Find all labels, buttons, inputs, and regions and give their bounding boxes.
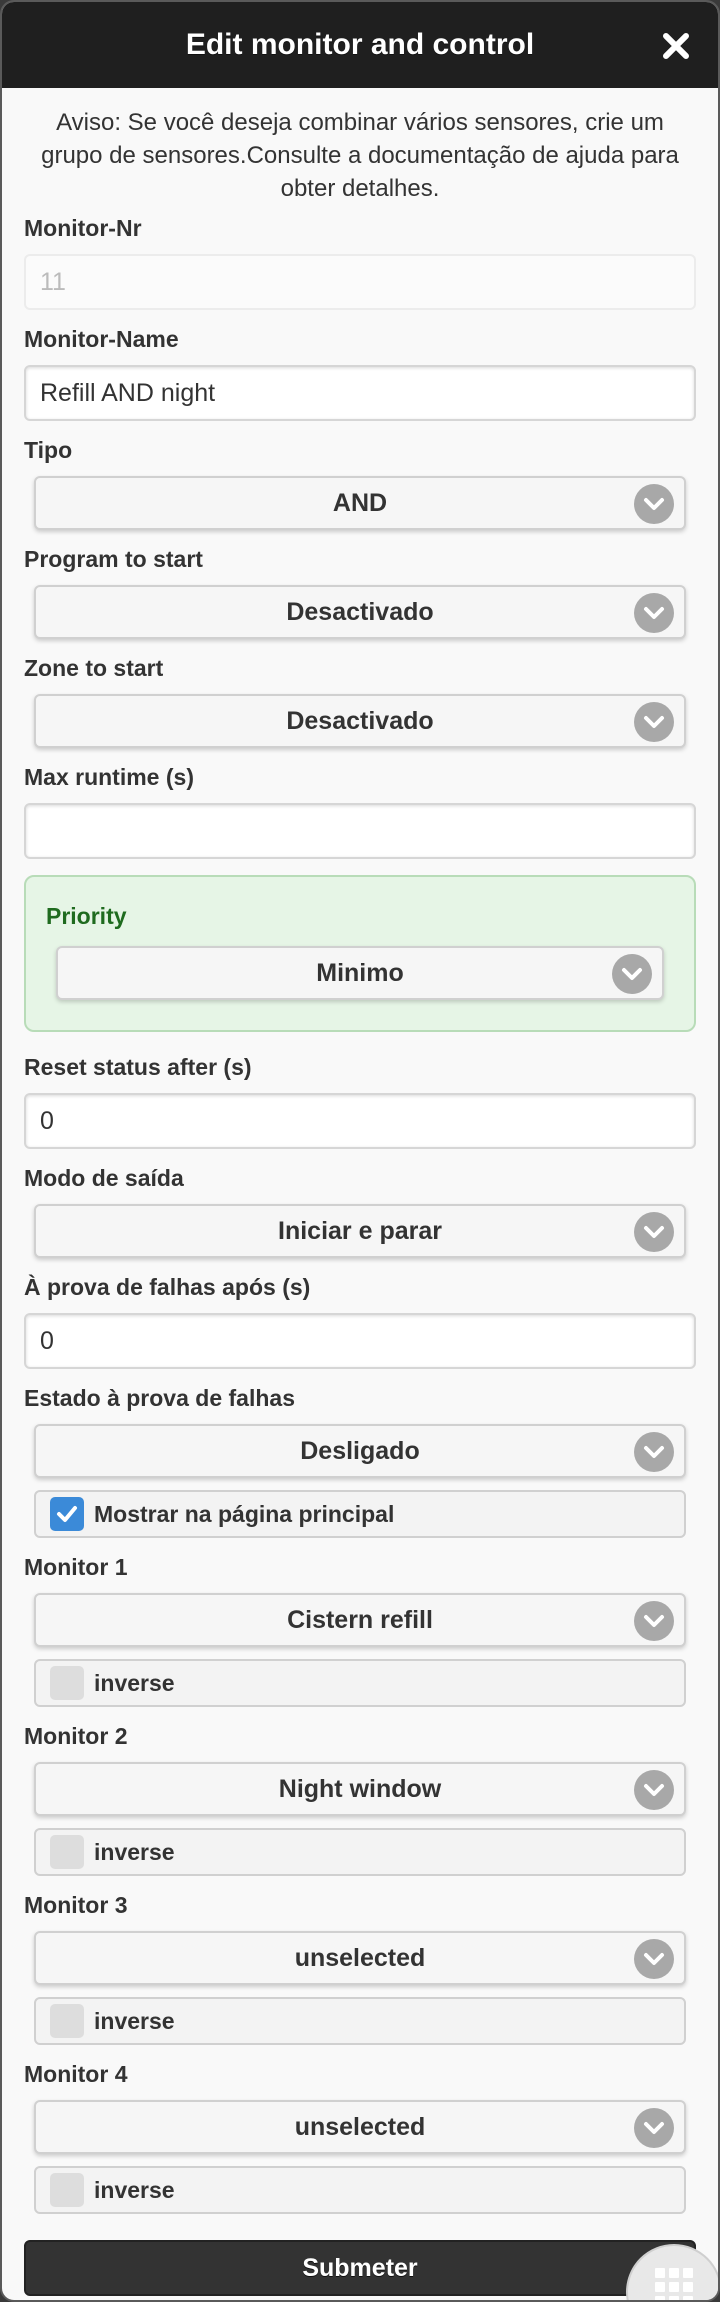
monitor-1-inverse-checkbox[interactable]: inverse xyxy=(34,1659,686,1707)
failsafe-state-label: Estado à prova de falhas xyxy=(24,1385,295,1411)
monitor-4-inverse-checkbox[interactable]: inverse xyxy=(34,2166,686,2214)
show-main-label: Mostrar na página principal xyxy=(94,1500,395,1527)
monitor-2-inverse-checkbox[interactable]: inverse xyxy=(34,1828,686,1876)
checkbox-box xyxy=(50,1666,84,1700)
failsafe-after-label: À prova de falhas após (s) xyxy=(24,1274,311,1300)
failsafe-after-input[interactable]: 0 xyxy=(24,1313,696,1369)
monitor-2-label: Monitor 2 xyxy=(24,1723,128,1749)
chevron-down-icon xyxy=(634,2108,674,2148)
monitor-2-group: Monitor 2 Night window inverse xyxy=(24,1723,696,1876)
chevron-down-icon xyxy=(612,954,652,994)
max-runtime-label: Max runtime (s) xyxy=(24,764,194,790)
inverse-label: inverse xyxy=(94,1669,175,1696)
chevron-down-icon xyxy=(634,702,674,742)
monitor-3-select[interactable]: unselected xyxy=(34,1931,686,1985)
check-icon xyxy=(50,1497,84,1531)
chevron-down-icon xyxy=(634,593,674,633)
show-main-checkbox[interactable]: Mostrar na página principal xyxy=(34,1490,686,1538)
program-select[interactable]: Desactivado xyxy=(34,585,686,639)
priority-value: Minimo xyxy=(316,958,404,987)
output-mode-select[interactable]: Iniciar e parar xyxy=(34,1204,686,1258)
program-group: Program to start Desactivado xyxy=(24,546,696,639)
priority-panel: Priority Minimo xyxy=(24,875,696,1032)
monitor-2-select[interactable]: Night window xyxy=(34,1762,686,1816)
tipo-label: Tipo xyxy=(24,437,73,463)
monitor-1-select[interactable]: Cistern refill xyxy=(34,1593,686,1647)
failsafe-state-value: Desligado xyxy=(300,1436,420,1465)
tipo-group: Tipo AND xyxy=(24,437,696,530)
monitor-4-value: unselected xyxy=(294,2112,426,2141)
priority-select[interactable]: Minimo xyxy=(56,946,664,1000)
failsafe-after-group: À prova de falhas após (s) 0 xyxy=(24,1274,696,1369)
monitor-3-inverse-checkbox[interactable]: inverse xyxy=(34,1997,686,2045)
monitor-1-value: Cistern refill xyxy=(287,1605,433,1634)
chevron-down-icon xyxy=(634,1601,674,1641)
checkbox-box xyxy=(50,2004,84,2038)
monitor-3-group: Monitor 3 unselected inverse xyxy=(24,1892,696,2045)
program-value: Desactivado xyxy=(286,597,434,626)
edit-monitor-dialog: Edit monitor and control Aviso: Se você … xyxy=(0,0,720,2302)
chevron-down-icon xyxy=(634,484,674,524)
output-mode-group: Modo de saída Iniciar e parar xyxy=(24,1165,696,1258)
chevron-down-icon xyxy=(634,1939,674,1979)
monitor-nr-group: Monitor-Nr 11 xyxy=(24,215,696,310)
monitor-2-value: Night window xyxy=(278,1774,442,1803)
notice-text: Aviso: Se você deseja combinar vários se… xyxy=(41,109,679,202)
zone-label: Zone to start xyxy=(24,655,164,681)
max-runtime-group: Max runtime (s) xyxy=(24,764,696,859)
inverse-label: inverse xyxy=(94,1838,175,1865)
tipo-select[interactable]: AND xyxy=(34,476,686,530)
zone-group: Zone to start Desactivado xyxy=(24,655,696,748)
chevron-down-icon xyxy=(634,1770,674,1810)
monitor-4-group: Monitor 4 unselected inverse xyxy=(24,2061,696,2214)
chevron-down-icon xyxy=(634,1212,674,1252)
inverse-label: inverse xyxy=(94,2007,175,2034)
program-label: Program to start xyxy=(24,546,203,572)
monitor-name-label: Monitor-Name xyxy=(24,326,179,352)
dialog-title: Edit monitor and control xyxy=(185,28,535,61)
reset-status-label: Reset status after (s) xyxy=(24,1054,252,1080)
dialog-content: Aviso: Se você deseja combinar vários se… xyxy=(2,88,718,2296)
failsafe-state-group: Estado à prova de falhas Desligado Mostr… xyxy=(24,1385,696,1538)
monitor-1-group: Monitor 1 Cistern refill inverse xyxy=(24,1554,696,1707)
submit-button[interactable]: Submeter xyxy=(24,2240,696,2296)
tipo-value: AND xyxy=(332,488,388,517)
monitor-nr-input: 11 xyxy=(24,254,696,310)
output-mode-label: Modo de saída xyxy=(24,1165,184,1191)
zone-select[interactable]: Desactivado xyxy=(34,694,686,748)
monitor-name-input[interactable]: Refill AND night xyxy=(24,365,696,421)
monitor-4-label: Monitor 4 xyxy=(24,2061,128,2087)
grid-menu-icon xyxy=(655,2268,693,2300)
inverse-label: inverse xyxy=(94,2176,175,2203)
monitor-4-select[interactable]: unselected xyxy=(34,2100,686,2154)
reset-status-group: Reset status after (s) 0 xyxy=(24,1054,696,1149)
reset-status-input[interactable]: 0 xyxy=(24,1093,696,1149)
priority-label: Priority xyxy=(46,903,127,929)
checkbox-box xyxy=(50,2173,84,2207)
close-icon[interactable] xyxy=(658,28,694,64)
output-mode-value: Iniciar e parar xyxy=(278,1216,442,1245)
monitor-nr-label: Monitor-Nr xyxy=(24,215,142,241)
max-runtime-input[interactable] xyxy=(24,803,696,859)
monitor-3-value: unselected xyxy=(294,1943,426,1972)
monitor-1-label: Monitor 1 xyxy=(24,1554,128,1580)
monitor-name-group: Monitor-Name Refill AND night xyxy=(24,326,696,421)
chevron-down-icon xyxy=(634,1432,674,1472)
failsafe-state-select[interactable]: Desligado xyxy=(34,1424,686,1478)
monitor-3-label: Monitor 3 xyxy=(24,1892,128,1918)
checkbox-box xyxy=(50,1835,84,1869)
zone-value: Desactivado xyxy=(286,706,434,735)
dialog-header: Edit monitor and control xyxy=(2,2,718,88)
